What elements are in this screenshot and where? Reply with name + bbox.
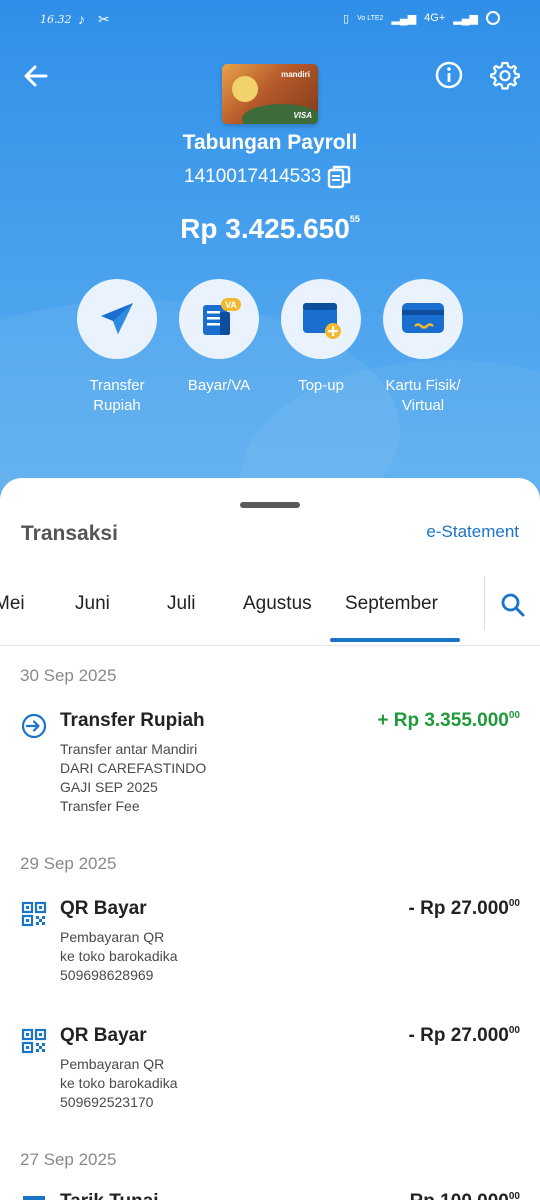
action-label-2: Rupiah (93, 397, 141, 414)
status-bar: 16.32 ♪ ✂ ▯ Vo LTE2 ▂▄▆ 4G+ ▂▄▆ (0, 0, 540, 40)
transaction-title: QR Bayar (60, 1025, 147, 1046)
transaction-amount: - Rp 27.00000 (409, 898, 520, 920)
tab-juni[interactable]: Juni (75, 593, 110, 615)
back-arrow-icon[interactable] (20, 60, 52, 92)
transaction-title: Tarik Tunai (60, 1191, 159, 1200)
quick-actions: Transfer Rupiah VA Bayar/VA Top-up Kartu… (0, 279, 540, 429)
card-brand: mandiri (281, 70, 310, 79)
amount-value: - Rp 27.000 (408, 898, 509, 919)
volte-label: Vo LTE2 (357, 14, 384, 22)
sheet-drag-handle[interactable] (240, 502, 300, 508)
amount-value: - Rp 27.000 (408, 1025, 509, 1046)
tab-mei[interactable]: Mei (0, 593, 25, 615)
amount-value: - Rp 100.000 (398, 1191, 509, 1200)
account-balance: Rp 3.425.65055 (0, 213, 540, 245)
transaction-amount: - Rp 27.00000 (409, 1025, 520, 1047)
card-network: VISA (293, 111, 312, 120)
account-header: 16.32 ♪ ✂ ▯ Vo LTE2 ▂▄▆ 4G+ ▂▄▆ mandiri … (0, 0, 540, 520)
date-header: 30 Sep 2025 (20, 666, 117, 685)
copy-icon[interactable] (327, 164, 351, 190)
network-label: 4G+ (424, 12, 446, 24)
search-icon[interactable] (500, 592, 526, 618)
tab-september[interactable]: September (345, 593, 438, 615)
info-icon[interactable] (434, 60, 464, 90)
debit-card-thumbnail: mandiri VISA (222, 64, 318, 124)
cash-withdrawal-icon (23, 1196, 45, 1200)
transaction-detail-line: Pembayaran QR (60, 929, 165, 945)
paper-plane-icon[interactable] (77, 279, 157, 359)
transaction-amount: + Rp 3.355.00000 (377, 710, 520, 732)
transaction-detail-line: ke toko barokadika (60, 1075, 178, 1091)
transaction-detail-line: 509692523170 (60, 1094, 154, 1110)
transfer-in-icon (21, 713, 47, 739)
month-tabs: Mei Juni Juli Agustus September (0, 574, 540, 646)
status-time: 16.32 (40, 13, 72, 26)
account-number: 1410017414533 (184, 166, 322, 187)
action-kartu-fisik-virtual[interactable]: Kartu Fisik/Virtual (363, 279, 483, 416)
balance-amount: Rp 3.425.650 (180, 213, 350, 244)
transaction-detail-line: Transfer antar Mandiri (60, 741, 198, 757)
wallet-plus-icon[interactable] (281, 279, 361, 359)
vibrate-icon: ▯ (343, 12, 350, 25)
signal-icon-2: ▂▄▆ (453, 12, 478, 25)
transaction-amount: - Rp 100.00000 (398, 1191, 520, 1200)
date-header: 27 Sep 2025 (20, 1150, 117, 1169)
bill-va-icon[interactable]: VA (179, 279, 259, 359)
status-indicators: ▯ Vo LTE2 ▂▄▆ 4G+ ▂▄▆ (343, 11, 500, 25)
transaction-list: 30 Sep 2025 Transfer Rupiah + Rp 3.355.0… (0, 646, 540, 1200)
tab-juli[interactable]: Juli (167, 593, 196, 615)
amount-cents: 00 (508, 1025, 520, 1036)
transaction-detail-line: 509698628969 (60, 967, 154, 983)
transaction-title: Transfer Rupiah (60, 710, 205, 731)
qr-code-icon (21, 1028, 47, 1054)
e-statement-link[interactable]: e-Statement (426, 522, 519, 542)
account-name: Tabungan Payroll (182, 131, 358, 154)
signal-icon: ▂▄▆ (391, 12, 417, 25)
sheet-title: Transaksi (21, 522, 118, 545)
transactions-sheet: Transaksi e-Statement Mei Juni Juli Agus… (0, 478, 540, 1200)
transaction-detail-line: ke toko barokadika (60, 948, 178, 964)
settings-gear-icon[interactable] (490, 60, 520, 90)
card-art (232, 76, 258, 102)
date-header: 29 Sep 2025 (20, 854, 117, 873)
card-icon[interactable] (383, 279, 463, 359)
action-label: Top-up (298, 377, 344, 394)
tab-agustus[interactable]: Agustus (243, 593, 312, 615)
tiktok-icon: ♪ (78, 11, 85, 27)
balance-cents: 55 (349, 214, 360, 224)
transaction-title: QR Bayar (60, 898, 147, 919)
transaction-detail-line: DARI CAREFASTINDO (60, 760, 207, 776)
qr-code-icon (21, 901, 47, 927)
tab-divider (484, 576, 485, 630)
action-label: Kartu Fisik/ (385, 377, 461, 394)
battery-icon (486, 11, 500, 25)
transaction-detail-line: Transfer Fee (60, 798, 140, 814)
transaction-detail-line: GAJI SEP 2025 (60, 779, 158, 795)
active-tab-indicator (330, 638, 460, 642)
svg-text:VA: VA (225, 300, 237, 310)
amount-value: + Rp 3.355.000 (377, 710, 509, 731)
action-label-2: Virtual (401, 397, 445, 414)
amount-cents: 00 (508, 898, 520, 909)
transaction-detail-line: Pembayaran QR (60, 1056, 165, 1072)
amount-cents: 00 (508, 710, 520, 721)
amount-cents: 00 (508, 1191, 520, 1200)
capcut-icon: ✂ (98, 11, 110, 27)
